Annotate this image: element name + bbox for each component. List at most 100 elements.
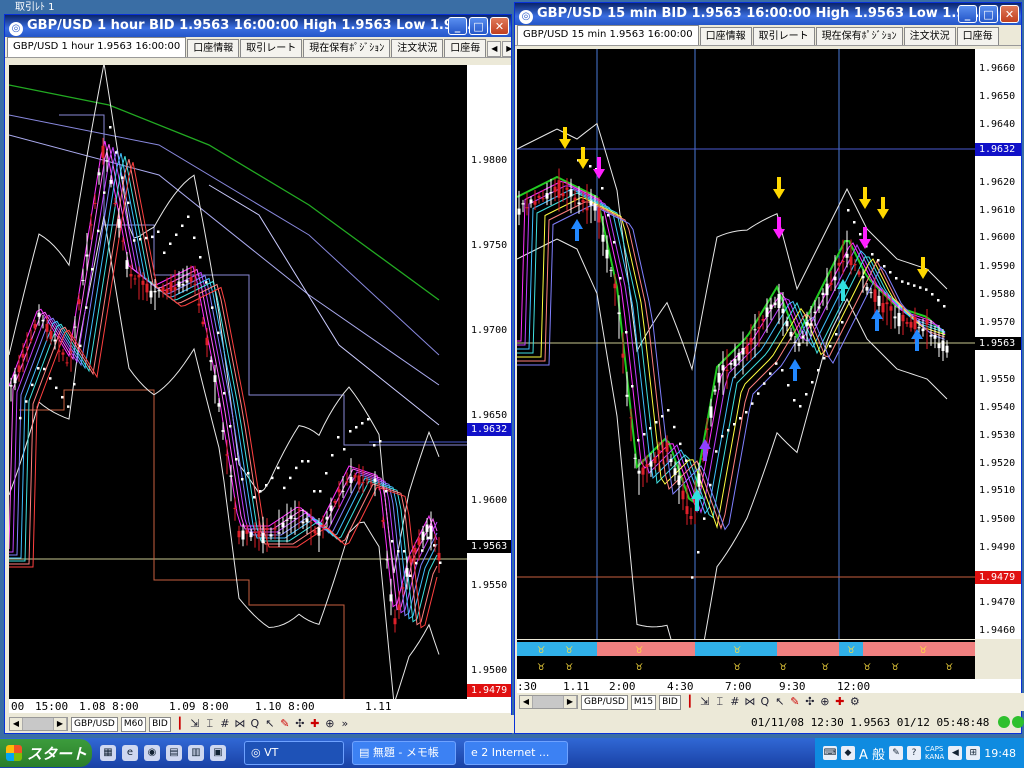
sar-dot [817,369,820,372]
pen-icon[interactable]: ✎ [789,695,801,709]
candle-icon[interactable]: ┃ [684,695,696,709]
tab-rates[interactable]: 取引レート [240,39,303,57]
price-label: 1.9600 [471,495,508,506]
text-tool-icon[interactable]: Q [249,717,261,731]
window-title-bar[interactable]: ◎ GBP/USD 15 min BID 1.9563 16:00:00 High… [515,3,1021,25]
tab-account-info[interactable]: 口座情報 [699,27,752,45]
tab-prev-icon[interactable]: ◀ [487,41,502,57]
candle-body [273,528,277,530]
candle-body [305,518,309,523]
tab-account-info[interactable]: 口座情報 [187,39,240,57]
pen-icon[interactable]: ✎ [279,717,291,731]
price-axis: 1.9660 1.9650 1.9640 1.9620 1.9610 1.9600 1.95… [975,49,1021,639]
tab-orders[interactable]: 注文状況 [391,39,444,57]
bull-icon: ♉ [919,646,927,656]
help-icon[interactable]: ? [907,746,922,760]
line-tool-icon[interactable]: ⌶ [714,695,726,709]
cross-icon[interactable]: ✣ [294,717,306,731]
tab-next-icon[interactable]: ▶ [502,41,511,57]
candle-body [745,345,749,355]
price-chart-1hour[interactable] [9,65,467,699]
symbol-select[interactable]: GBP/USD [71,716,118,732]
cursor-icon[interactable]: ⇲ [699,695,711,709]
fib-icon[interactable]: ⋈ [744,695,756,709]
timeframe-select[interactable]: M60 [120,716,147,732]
tab-per-account[interactable]: 口座毎 [444,39,487,57]
cross-icon[interactable]: ✣ [804,695,816,709]
browser-icon[interactable]: e [122,745,138,761]
candle-body [769,304,773,310]
symbol-select[interactable]: GBP/USD [581,694,628,710]
folder-icon[interactable]: ▤ [166,745,182,761]
candle-body [61,352,65,355]
task-internet[interactable]: e 2 Internet ... [464,741,568,765]
sar-dot [661,415,664,418]
timeframe-select[interactable]: M15 [630,694,657,710]
sar-dot [781,369,784,372]
task-notepad[interactable]: ▤ 無題 - メモ帳 [352,741,456,765]
grid-icon[interactable]: # [219,717,231,731]
minimize-button[interactable]: _ [958,5,977,23]
line-tool-icon[interactable]: ⌶ [204,717,216,731]
arrow-cursor-icon[interactable]: ↖ [264,717,276,731]
sar-dot [91,268,94,271]
keyboard-icon[interactable]: ⌨ [822,746,837,760]
more-icon[interactable]: » [339,717,351,731]
ribbon-ma-line [9,159,438,626]
app-icon[interactable]: ▣ [210,745,226,761]
candle-icon[interactable]: ┃ [174,717,186,731]
candle-body [141,280,145,285]
arrow-cursor-icon[interactable]: ↖ [774,695,786,709]
media-icon[interactable]: ◉ [144,745,160,761]
ime-indicator[interactable]: A 般 [859,744,885,763]
zoom-icon[interactable]: ⊕ [324,717,336,731]
chart-window-1hour[interactable]: 取引ﾚﾄ 1 ◎ GBP/USD 1 hour BID 1.9563 16:00:… [4,2,515,734]
sar-dot [133,239,136,242]
candle-body [565,187,569,190]
text-tool-icon[interactable]: Q [759,695,771,709]
tab-positions[interactable]: 現在保有ﾎﾟｼﾞｼｮﾝ [303,39,391,57]
document-icon[interactable]: ▥ [188,745,204,761]
close-button[interactable]: ✕ [1000,5,1019,23]
cross-red-icon[interactable]: ✚ [309,717,321,731]
side-select[interactable]: BID [149,716,171,732]
horizontal-scrollbar[interactable]: ◀ ▶ [519,695,578,709]
task-vt[interactable]: ◎ VT [244,741,344,765]
fib-icon[interactable]: ⋈ [234,717,246,731]
scroll-right-icon: ▶ [54,718,67,730]
cross-red-icon[interactable]: ✚ [834,695,846,709]
connection-icon [998,716,1011,728]
candle-body [165,288,169,293]
candle-body [93,202,97,204]
desktop-icon[interactable]: ▦ [100,745,116,761]
grid-icon[interactable]: # [729,695,741,709]
tab-positions[interactable]: 現在保有ﾎﾟｼﾞｼｮﾝ [815,27,903,45]
maximize-button[interactable]: □ [979,5,998,23]
minimize-button[interactable]: _ [448,17,467,35]
tab-per-account[interactable]: 口座毎 [956,27,999,45]
settings-icon[interactable]: ⚙ [849,695,861,709]
start-button[interactable]: スタート [0,739,92,767]
tab-orders[interactable]: 注文状況 [903,27,956,45]
sar-dot [79,344,82,348]
chart-window-15min[interactable]: ◎ GBP/USD 15 min BID 1.9563 16:00:00 High… [514,2,1024,734]
candle-body [805,321,809,326]
tab-chart[interactable]: GBP/USD 15 min 1.9563 16:00:00 [517,25,699,45]
tab-chart[interactable]: GBP/USD 1 hour 1.9563 16:00:00 [7,37,187,57]
security-icon[interactable]: ◆ [840,746,855,760]
cursor-icon[interactable]: ⇲ [189,717,201,731]
maximize-button[interactable]: □ [469,17,488,35]
side-select[interactable]: BID [659,694,681,710]
sell-arrow-icon [777,177,781,189]
back-icon[interactable]: ◀ [948,746,963,760]
candle-body [553,186,557,192]
horizontal-scrollbar[interactable]: ◀ ▶ [9,717,68,731]
ime-tool-icon[interactable]: ✎ [889,746,904,760]
price-chart-15min[interactable] [517,49,975,639]
zoom-icon[interactable]: ⊕ [819,695,831,709]
network-icon[interactable]: ⊞ [966,746,981,760]
close-button[interactable]: ✕ [490,17,509,35]
window-title-bar[interactable]: ◎ GBP/USD 1 hour BID 1.9563 16:00:00 High… [5,15,511,37]
tab-rates[interactable]: 取引レート [752,27,815,45]
candle-body [125,260,129,269]
